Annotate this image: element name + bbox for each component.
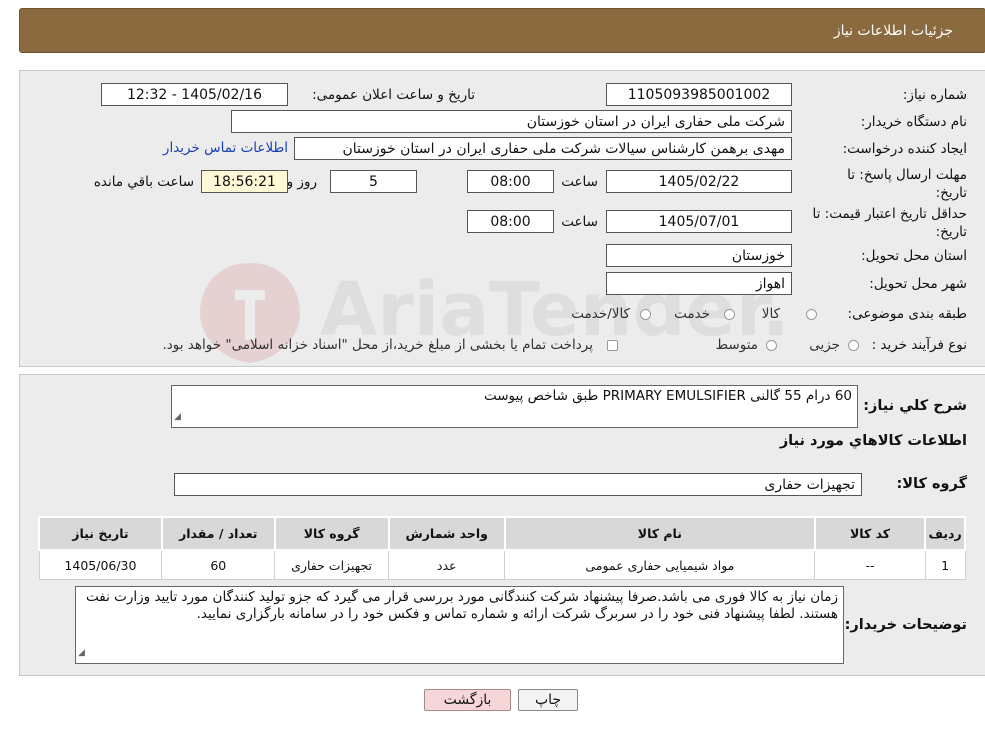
cell-quantity: 60	[161, 549, 276, 580]
items-table: ردیف کد کالا نام کالا واحد شمارش گروه کا…	[38, 516, 966, 580]
process-radio-medium[interactable]	[766, 340, 777, 351]
col-header-row-number: ردیف	[924, 516, 966, 551]
city-label: شهر محل تحویل:	[869, 276, 967, 292]
category-option-goods-service: کالا/خدمت	[571, 306, 630, 322]
process-note: پرداخت تمام یا بخشی از مبلغ خرید،از محل …	[162, 337, 593, 353]
process-label: نوع فرآیند خرید :	[871, 337, 967, 353]
category-radio-goods[interactable]	[806, 309, 817, 320]
process-checkbox-treasury[interactable]	[607, 340, 618, 351]
goods-info-title: اطلاعات کالاهاي مورد نیاز	[779, 433, 967, 449]
table-row: 1 -- مواد شیمیایی حفاری عمومی عدد تجهیزا…	[38, 549, 966, 580]
col-header-unit: واحد شمارش	[387, 516, 506, 551]
remaining-label: ساعت باقي مانده	[93, 174, 194, 190]
min-valid-time-field: 08:00	[467, 210, 554, 233]
need-number-field: 1105093985001002	[606, 83, 792, 106]
description-label: شرح کلي نیاز:	[863, 398, 967, 414]
creator-label: ایجاد کننده درخواست:	[842, 141, 967, 157]
buyer-org-label: نام دستگاه خریدار:	[860, 114, 967, 130]
cell-unit: عدد	[388, 549, 506, 580]
col-header-quantity: تعداد / مقدار	[160, 516, 276, 551]
description-field: 60 درام 55 گالنی PRIMARY EMULSIFIER طبق …	[171, 385, 858, 428]
category-option-service: خدمت	[674, 306, 710, 322]
min-valid-time-label: ساعت	[561, 214, 598, 230]
category-label: طبقه بندی موضوعی:	[847, 306, 967, 322]
goods-group-label: گروه کالا:	[896, 476, 967, 492]
cell-need-date: 1405/06/30	[38, 549, 163, 580]
cell-row-number: 1	[924, 549, 966, 580]
resize-grip-icon[interactable]: ◢	[78, 645, 85, 662]
process-option-minor: جزیی	[809, 337, 840, 353]
buyer-contact-link[interactable]: اطلاعات تماس خریدار	[163, 140, 288, 156]
page-header: جزئیات اطلاعات نیاز	[19, 8, 985, 53]
city-field: اهواز	[606, 272, 792, 295]
process-option-medium: متوسط	[715, 337, 758, 353]
process-radio-minor[interactable]	[848, 340, 859, 351]
cell-code: --	[814, 549, 926, 580]
category-radio-goods-service[interactable]	[640, 309, 651, 320]
remaining-time-field: 18:56:21	[201, 170, 288, 193]
goods-group-field: تجهیزات حفاری	[174, 473, 862, 496]
col-header-code: کد کالا	[813, 516, 927, 551]
days-field: 5	[330, 170, 417, 193]
days-label: روز و	[286, 174, 317, 190]
province-field: خوزستان	[606, 244, 792, 267]
print-button[interactable]: چاپ	[518, 689, 578, 711]
min-valid-label: حداقل تاریخ اعتبار قیمت: تا تاریخ:	[812, 206, 967, 240]
page-title: جزئیات اطلاعات نیاز	[833, 23, 953, 39]
need-number-label: شماره نیاز:	[902, 87, 967, 103]
cell-name: مواد شیمیایی حفاری عمومی	[504, 549, 816, 580]
category-radio-service[interactable]	[724, 309, 735, 320]
province-label: استان محل تحویل:	[861, 248, 967, 264]
col-header-need-date: تاریخ نیاز	[38, 516, 163, 551]
table-header-row: ردیف کد کالا نام کالا واحد شمارش گروه کا…	[38, 516, 966, 551]
buyer-notes-label: توضیحات خریدار:	[844, 617, 967, 633]
buyer-notes-text: زمان نیاز به کالا فوری می باشد.صرفا پیشن…	[86, 589, 838, 622]
resize-grip-icon[interactable]: ◢	[174, 409, 181, 426]
creator-field: مهدی برهمن کارشناس سیالات شرکت ملی حفاری…	[294, 137, 792, 160]
col-header-name: نام کالا	[503, 516, 816, 551]
min-valid-date-field: 1405/07/01	[606, 210, 792, 233]
back-button[interactable]: بازگشت	[424, 689, 511, 711]
deadline-label: مهلت ارسال پاسخ: تا تاریخ:	[847, 167, 967, 201]
deadline-time-label: ساعت	[561, 174, 598, 190]
description-text: 60 درام 55 گالنی PRIMARY EMULSIFIER طبق …	[483, 388, 852, 404]
announce-datetime-field: 1405/02/16 - 12:32	[101, 83, 288, 106]
category-option-goods: کالا	[761, 306, 780, 322]
announce-label: تاریخ و ساعت اعلان عمومی:	[312, 87, 475, 103]
col-header-group: گروه کالا	[273, 516, 390, 551]
deadline-date-field: 1405/02/22	[606, 170, 792, 193]
deadline-time-field: 08:00	[467, 170, 554, 193]
buyer-org-field: شرکت ملی حفاری ایران در استان خوزستان	[231, 110, 792, 133]
buyer-notes-field: زمان نیاز به کالا فوری می باشد.صرفا پیشن…	[75, 586, 844, 664]
cell-group: تجهیزات حفاری	[274, 549, 390, 580]
